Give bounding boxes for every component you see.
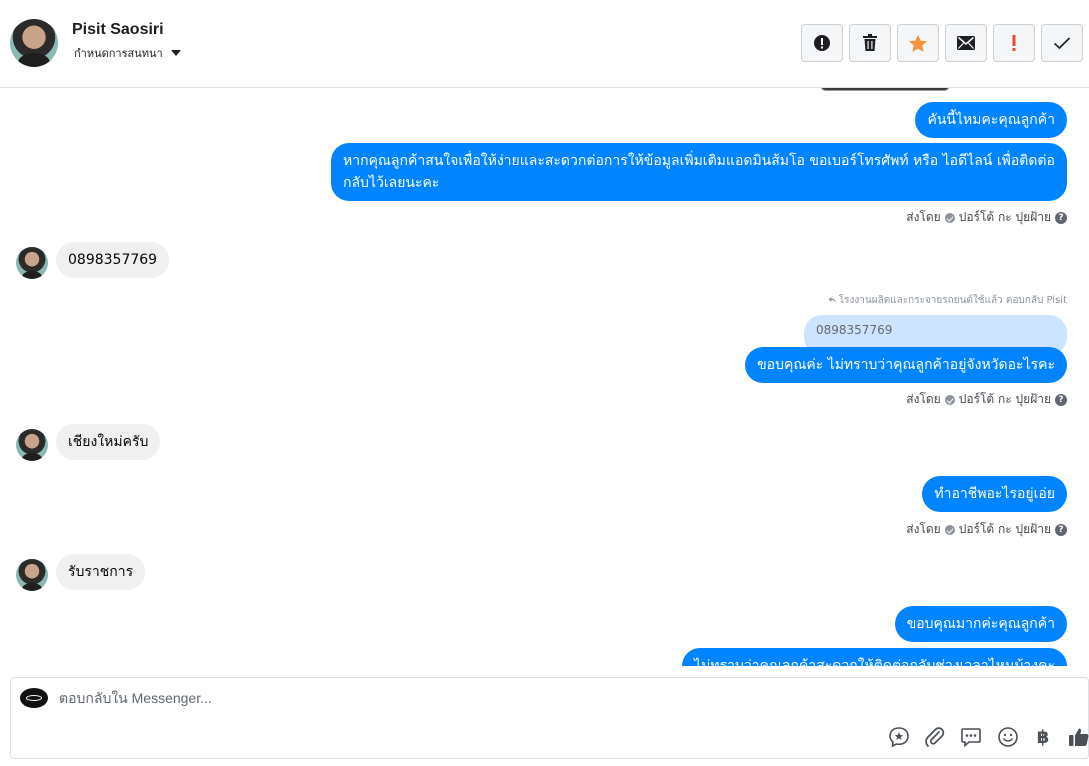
like-button[interactable] xyxy=(1067,725,1089,749)
quick-replies-button[interactable] xyxy=(959,725,983,749)
alert-circle-icon xyxy=(814,35,830,51)
outgoing-message[interactable]: ขอบคุณค่ะ ไม่ทราบว่าคุณลูกค้าอยู่จังหวัด… xyxy=(745,347,1067,383)
outgoing-message[interactable]: คันนี้ไหมคะคุณลูกค้า xyxy=(915,102,1067,138)
exclamation-icon xyxy=(1012,35,1016,51)
emoji-button[interactable] xyxy=(996,725,1020,749)
important-button[interactable] xyxy=(993,24,1035,62)
star-icon xyxy=(909,34,927,52)
outgoing-message[interactable]: ทำอาชีพอะไรอยู่เอ่ย xyxy=(922,476,1067,512)
sent-by-info: ส่งโดย ปอร์โต้ กะ ปุยฝ้าย ? xyxy=(906,208,1067,227)
attach-button[interactable] xyxy=(923,725,947,749)
caret-down-icon xyxy=(170,50,181,56)
emoji-icon xyxy=(998,727,1018,747)
delete-button[interactable] xyxy=(849,24,891,62)
thumbs-up-icon xyxy=(1069,728,1089,746)
verified-check-icon xyxy=(944,394,955,405)
help-icon[interactable]: ? xyxy=(1055,211,1067,224)
attached-image[interactable] xyxy=(820,88,950,91)
contact-avatar-small xyxy=(16,247,48,279)
mark-unread-button[interactable] xyxy=(945,24,987,62)
envelope-icon xyxy=(957,36,975,50)
help-icon[interactable]: ? xyxy=(1055,393,1067,406)
verified-check-icon xyxy=(944,524,955,535)
payment-button[interactable]: ฿ xyxy=(1031,725,1055,749)
sent-by-info: ส่งโดย ปอร์โต้ กะ ปุยฝ้าย ? xyxy=(906,520,1067,539)
reply-composer: ฿ xyxy=(10,677,1089,759)
saved-reply-icon xyxy=(889,727,909,748)
reply-context-text: โรงงานผลิตและกระจายรถยนต์ใช้แล้ว ตอบกลับ… xyxy=(838,295,1067,306)
sent-by-agent: ปอร์โต้ กะ ปุยฝ้าย xyxy=(958,210,1051,224)
star-button[interactable] xyxy=(897,24,939,62)
incoming-message[interactable]: เชียงใหม่ครับ xyxy=(56,424,161,460)
sent-by-agent: ปอร์โต้ กะ ปุยฝ้าย xyxy=(958,392,1051,406)
contact-name[interactable]: Pisit Saosiri xyxy=(72,21,164,39)
baht-icon: ฿ xyxy=(1036,726,1050,748)
reply-input[interactable] xyxy=(59,690,859,706)
outgoing-message[interactable]: หากคุณลูกค้าสนใจเพื่อให้ง่ายและสะดวกต่อก… xyxy=(331,143,1067,201)
reply-arrow-icon xyxy=(828,296,837,304)
sent-by-prefix: ส่งโดย xyxy=(906,210,941,224)
check-icon xyxy=(1053,37,1071,50)
attachment-icon xyxy=(925,727,945,747)
message-thread[interactable]: คันนี้ไหมคะคุณลูกค้า หากคุณลูกค้าสนใจเพื… xyxy=(0,88,1089,666)
contact-avatar-small xyxy=(16,429,48,461)
incoming-message[interactable]: รับราชการ xyxy=(56,554,146,590)
verified-check-icon xyxy=(944,212,955,223)
outgoing-message[interactable]: ไม่ทราบว่าคุณลูกค้าสะดวกให้ติดต่อกลับช่ว… xyxy=(682,648,1067,666)
contact-avatar-small xyxy=(16,559,48,591)
sent-by-agent: ปอร์โต้ กะ ปุยฝ้าย xyxy=(958,522,1051,536)
contact-avatar[interactable] xyxy=(10,19,58,67)
trash-icon xyxy=(863,34,877,51)
outgoing-message[interactable]: ขอบคุณมากค่ะคุณลูกค้า xyxy=(894,606,1067,642)
sent-by-prefix: ส่งโดย xyxy=(906,392,941,406)
done-button[interactable] xyxy=(1041,24,1083,62)
assign-conversation-dropdown[interactable]: กำหนดการสนทนา xyxy=(74,44,181,62)
sent-by-prefix: ส่งโดย xyxy=(906,522,941,536)
chat-bubble-icon xyxy=(961,728,981,748)
spam-button[interactable] xyxy=(801,24,843,62)
page-avatar xyxy=(20,688,48,708)
help-icon[interactable]: ? xyxy=(1055,523,1067,536)
incoming-message[interactable]: 0898357769 xyxy=(56,242,170,278)
sent-by-info: ส่งโดย ปอร์โต้ กะ ปุยฝ้าย ? xyxy=(906,390,1067,409)
reply-context: โรงงานผลิตและกระจายรถยนต์ใช้แล้ว ตอบกลับ… xyxy=(828,293,1067,308)
conversation-header: Pisit Saosiri กำหนดการสนทนา xyxy=(0,0,1089,88)
saved-reply-button[interactable] xyxy=(887,725,911,749)
assign-conversation-label: กำหนดการสนทนา xyxy=(74,47,163,60)
